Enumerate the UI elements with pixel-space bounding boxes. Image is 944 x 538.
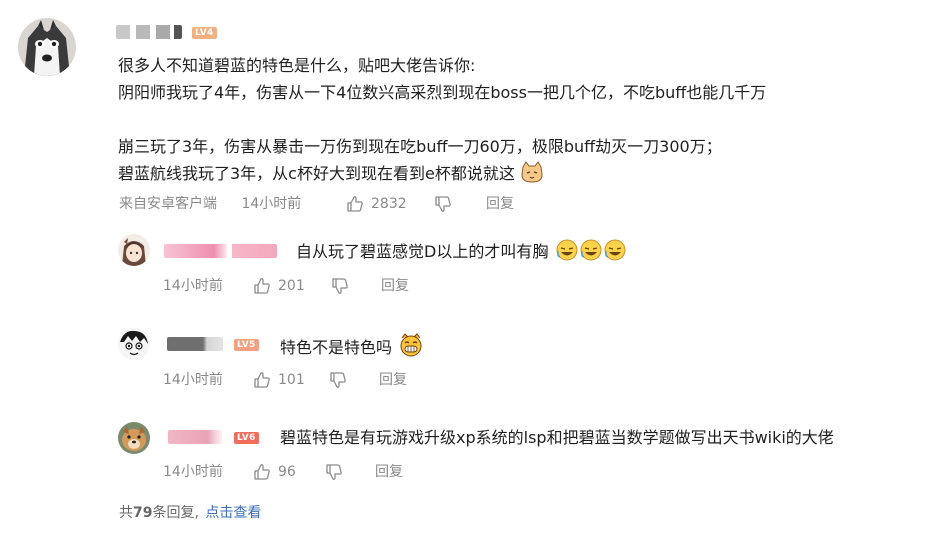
comment-line: 阴阳师我玩了4年，伤害从一下4位数兴高采烈到现在boss一把几个亿，不吃buff… [118,83,767,102]
dog-avatar-icon [118,422,150,454]
reply-button[interactable]: 回复 [375,462,403,482]
laughing-emoji-icon [604,239,626,261]
reply-button[interactable]: 回复 [381,276,409,296]
reply-button[interactable]: 回复 [486,194,514,214]
view-replies-link[interactable]: 点击查看 [205,505,261,521]
avatar[interactable] [18,18,76,76]
comment-line [118,106,766,133]
thumbs-down-icon [330,372,346,388]
avatar[interactable] [118,328,150,360]
manga-face-avatar-icon [118,328,150,360]
reply-count-suffix: 条回复, [152,505,199,521]
reply-text: 碧蓝特色是有玩游戏升级xp系统的lsp和把碧蓝当数学题做写出天书wiki的大佬 [280,428,834,447]
laughing-emoji-icon [556,239,578,261]
reply-count-number: 79 [133,505,153,521]
like-button[interactable]: 96 [253,462,296,482]
cat-emoji-icon [521,161,543,183]
reply-text: 自从玩了碧蓝感觉D以上的才叫有胸 [296,239,627,263]
comment-line-text: 崩三玩了3年，伤害从暴击一万伤到现在吃buff一刀60万，极限buff劫灭一刀3… [118,137,722,156]
like-count: 101 [278,372,305,388]
time-label: 14小时前 [241,196,302,212]
username-masked[interactable] [168,430,222,444]
username-masked[interactable] [164,244,277,258]
like-count: 96 [278,464,296,480]
thumbs-up-icon [254,464,270,480]
reply-text-content: 特色不是特色吗 [280,338,393,357]
comment-content: 很多人不知道碧蓝的特色是什么，贴吧大佬告诉你: 阴阳师我玩了4年，伤害从一下4位… [118,52,766,187]
tiger-grin-emoji-icon [400,333,422,357]
comment-meta: 来自安卓客户端 14小时前 [119,194,301,214]
thumbs-up-icon [254,372,270,388]
like-count: 2832 [371,196,407,212]
reply-count-prefix: 共 [119,505,133,521]
comment-line: 很多人不知道碧蓝的特色是什么，贴吧大佬告诉你: [118,56,476,75]
username-masked[interactable] [167,337,223,351]
anime-girl-avatar-icon [118,234,150,266]
reply-text-content: 自从玩了碧蓝感觉D以上的才叫有胸 [296,242,549,261]
thumbs-down-icon [435,196,451,212]
like-button[interactable]: 2832 [346,194,407,214]
comment-line: 碧蓝航线我玩了3年，从c杯好大到现在看到e杯都说就这 [118,160,766,187]
thumbs-up-icon [254,278,270,294]
time-label: 14小时前 [163,464,223,480]
dislike-button[interactable] [325,463,343,481]
thumbs-down-icon [326,464,342,480]
thumbs-up-icon [347,196,363,212]
comment-line: 崩三玩了3年，伤害从暴击一万伤到现在吃buff一刀60万，极限buff劫灭一刀3… [118,133,766,160]
username-masked[interactable] [116,25,182,39]
reply-button[interactable]: 回复 [379,370,407,390]
like-count: 201 [278,278,305,294]
like-button[interactable]: 101 [253,370,305,390]
time-label: 14小时前 [163,372,223,388]
time-label: 14小时前 [163,278,223,294]
avatar[interactable] [118,422,150,454]
like-button[interactable]: 201 [253,276,305,296]
level-badge: LV6 [234,432,259,444]
reply-text: 特色不是特色吗 [280,333,423,359]
level-badge: LV5 [234,339,259,351]
laughing-emoji-icon [580,239,602,261]
source-label: 来自安卓客户端 [119,196,217,212]
dislike-button[interactable] [329,371,347,389]
reply-count-footer: 共79条回复, 点击查看 [119,503,261,523]
thumbs-down-icon [332,278,348,294]
dislike-button[interactable] [331,277,349,295]
husky-avatar-icon [18,18,76,76]
level-badge: LV4 [192,27,217,39]
comment-line-text: 碧蓝航线我玩了3年，从c杯好大到现在看到e杯都说就这 [118,164,515,183]
dislike-button[interactable] [434,195,452,213]
avatar[interactable] [118,234,150,266]
